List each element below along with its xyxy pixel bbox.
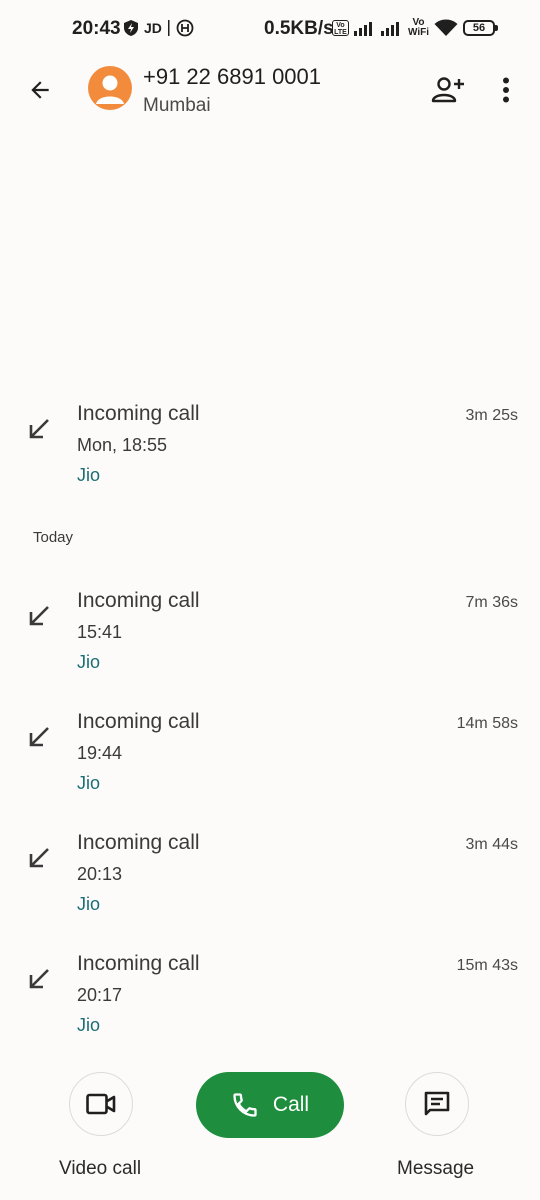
incoming-call-arrow-icon — [29, 727, 49, 747]
call-carrier: Jio — [77, 465, 101, 485]
add-contact-button[interactable] — [426, 70, 470, 110]
divider-icon — [167, 20, 170, 36]
more-options-button[interactable] — [488, 70, 524, 110]
arrow-back-icon — [31, 81, 49, 99]
wifi-icon — [434, 19, 458, 36]
avatar — [88, 66, 132, 110]
signal-icon-2 — [381, 22, 399, 36]
call-time: 19:44 — [77, 743, 123, 763]
call-duration: 3m 25s — [465, 407, 518, 424]
call-type: Incoming call — [77, 589, 200, 612]
incoming-call-arrow-icon — [29, 969, 49, 989]
network-speed: 0.5KB/s — [264, 18, 334, 39]
message-label: Message — [397, 1158, 475, 1179]
section-header-today: Today — [33, 529, 74, 546]
call-type: Incoming call — [77, 710, 200, 733]
back-button[interactable] — [20, 70, 60, 110]
status-bar: 20:43 JD 0.5KB/s Vo LTE Vo WiFi 56 — [0, 0, 540, 60]
call-duration: 3m 44s — [465, 836, 518, 853]
app-bar: +91 22 6891 0001 Mumbai — [0, 60, 540, 120]
bottom-actions: Video call Call Message — [0, 1062, 540, 1200]
call-duration: 14m 58s — [456, 715, 518, 732]
call-entry[interactable]: Incoming call Mon, 18:55 Jio 3m 25s — [0, 402, 540, 502]
call-type: Incoming call — [77, 831, 200, 854]
person-add-icon — [431, 77, 464, 103]
call-entry[interactable]: Incoming call 20:13 Jio 3m 44s — [0, 831, 540, 931]
phone-icon — [233, 1093, 257, 1117]
call-time: 20:17 — [77, 985, 123, 1005]
contact-number: +91 22 6891 0001 — [143, 64, 322, 89]
incoming-call-arrow-icon — [29, 419, 49, 439]
status-right-icons: Vo LTE Vo WiFi 56 — [332, 17, 499, 38]
person-icon — [96, 75, 124, 104]
call-carrier: Jio — [77, 894, 101, 914]
vowifi-icon: Vo WiFi — [408, 17, 430, 38]
call-entry[interactable]: Incoming call 20:17 Jio 15m 43s — [0, 952, 540, 1052]
hotspot-circle-icon — [176, 19, 194, 37]
status-left-icons: JD — [124, 19, 194, 37]
call-button[interactable]: Call — [196, 1072, 344, 1138]
call-carrier: Jio — [77, 1015, 101, 1035]
battery-icon: 56 — [463, 20, 499, 36]
video-call-label: Video call — [59, 1158, 142, 1179]
call-carrier: Jio — [77, 652, 101, 672]
call-duration: 15m 43s — [456, 957, 518, 974]
call-entry[interactable]: Incoming call 15:41 Jio 7m 36s — [0, 589, 540, 689]
incoming-call-arrow-icon — [29, 848, 49, 868]
incoming-call-arrow-icon — [29, 606, 49, 626]
call-type: Incoming call — [77, 402, 200, 425]
call-entry[interactable]: Incoming call 19:44 Jio 14m 58s — [0, 710, 540, 810]
signal-icon — [354, 22, 372, 36]
video-call-button[interactable] — [69, 1072, 133, 1136]
call-duration: 7m 36s — [465, 594, 518, 611]
shield-bolt-icon — [124, 20, 138, 36]
status-time: 20:43 — [72, 18, 121, 39]
volte-icon: Vo LTE — [332, 20, 349, 36]
call-time: 20:13 — [77, 864, 123, 884]
carrier-badge: JD — [144, 20, 162, 36]
call-time: Mon, 18:55 — [77, 435, 168, 455]
more-vert-icon — [503, 77, 509, 103]
videocam-icon — [86, 1093, 116, 1115]
message-icon — [424, 1091, 450, 1116]
call-time: 15:41 — [77, 622, 123, 642]
call-button-label: Call — [272, 1093, 310, 1116]
call-type: Incoming call — [77, 952, 200, 975]
message-button[interactable] — [405, 1072, 469, 1136]
contact-location: Mumbai — [143, 95, 211, 116]
call-carrier: Jio — [77, 773, 101, 793]
